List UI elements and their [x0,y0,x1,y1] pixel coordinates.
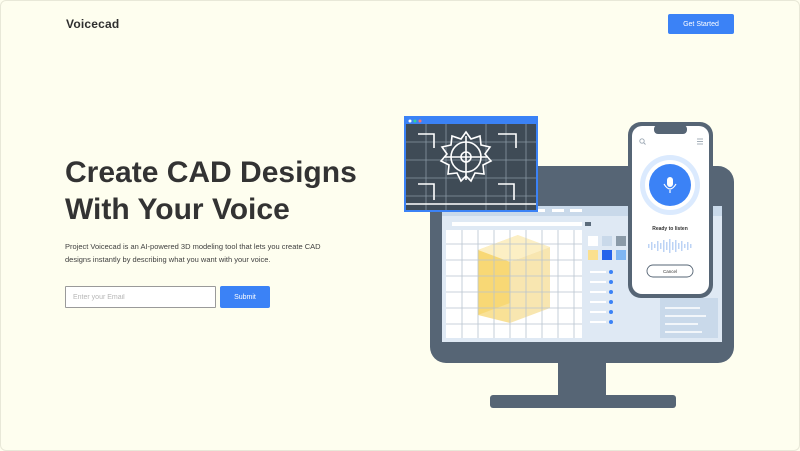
phone-status-text: Ready to listen [652,226,688,232]
phone-cancel-button: Cancel [646,264,694,278]
brand-logo-text[interactable]: Voicecad [66,17,119,31]
window-dot-icon [413,119,417,123]
blueprint-window [404,116,538,212]
get-started-button[interactable]: Get Started [668,14,734,34]
cad-voice-illustration-svg: Ready to listen Cancel [404,116,734,408]
window-dot-icon [418,119,422,123]
email-input[interactable] [65,286,216,308]
hero-headline: Create CAD Designs With Your Voice [65,154,357,228]
phone-illustration: Ready to listen Cancel [628,122,713,298]
cad-viewport [446,230,582,338]
hero-description: Project Voicecad is an AI-powered 3D mod… [65,242,321,264]
hero-headline-line-2: With Your Voice [65,193,290,226]
submit-button[interactable]: Submit [220,286,270,308]
window-dot-icon [408,119,412,123]
phone-cancel-label: Cancel [663,269,677,274]
hero-headline-line-1: Create CAD Designs [65,156,357,189]
hero-illustration: Ready to listen Cancel [400,110,745,415]
